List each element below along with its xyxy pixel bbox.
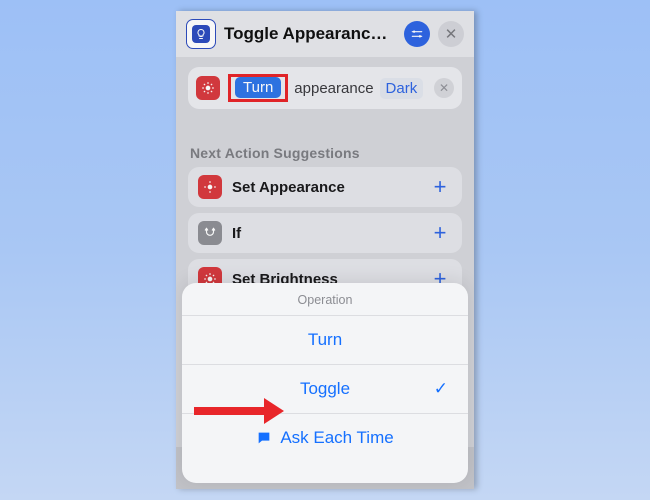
suggestion-if[interactable]: If + (188, 213, 462, 253)
annotation-highlight-box: Turn (228, 74, 288, 102)
option-turn[interactable]: Turn (182, 316, 468, 364)
appearance-icon (198, 175, 222, 199)
action-text: appearance (294, 80, 373, 97)
option-label: Toggle (300, 379, 350, 399)
header: Toggle Appearance… ✕ (176, 11, 474, 57)
action-card[interactable]: Turn appearance Dark ✕ (188, 67, 462, 109)
add-suggestion-button[interactable]: + (428, 175, 452, 199)
turn-token[interactable]: Turn (235, 77, 281, 98)
suggestion-label: Set Appearance (232, 179, 345, 196)
operation-sheet: Operation Turn Toggle ✓ Ask Each Time (182, 283, 468, 483)
annotation-arrow (194, 397, 284, 425)
page-title: Toggle Appearance… (224, 24, 396, 44)
remove-action-button[interactable]: ✕ (434, 78, 454, 98)
shortcut-app-icon (186, 19, 216, 49)
settings-button[interactable] (404, 21, 430, 47)
option-label: Turn (308, 330, 342, 350)
close-button[interactable]: ✕ (438, 21, 464, 47)
sheet-title: Operation (182, 283, 468, 315)
suggestion-set-appearance[interactable]: Set Appearance + (188, 167, 462, 207)
checkmark-icon: ✓ (434, 379, 448, 399)
appearance-mode-token[interactable]: Dark (380, 78, 424, 99)
suggestion-label: If (232, 225, 241, 242)
suggestions-section-title: Next Action Suggestions (190, 145, 460, 161)
if-icon (198, 221, 222, 245)
chat-icon (256, 430, 272, 446)
phone-screen: Toggle Appearance… ✕ Turn appearance Dar… (176, 11, 474, 489)
add-suggestion-button[interactable]: + (428, 221, 452, 245)
option-label: Ask Each Time (280, 428, 393, 448)
appearance-icon (196, 76, 220, 100)
